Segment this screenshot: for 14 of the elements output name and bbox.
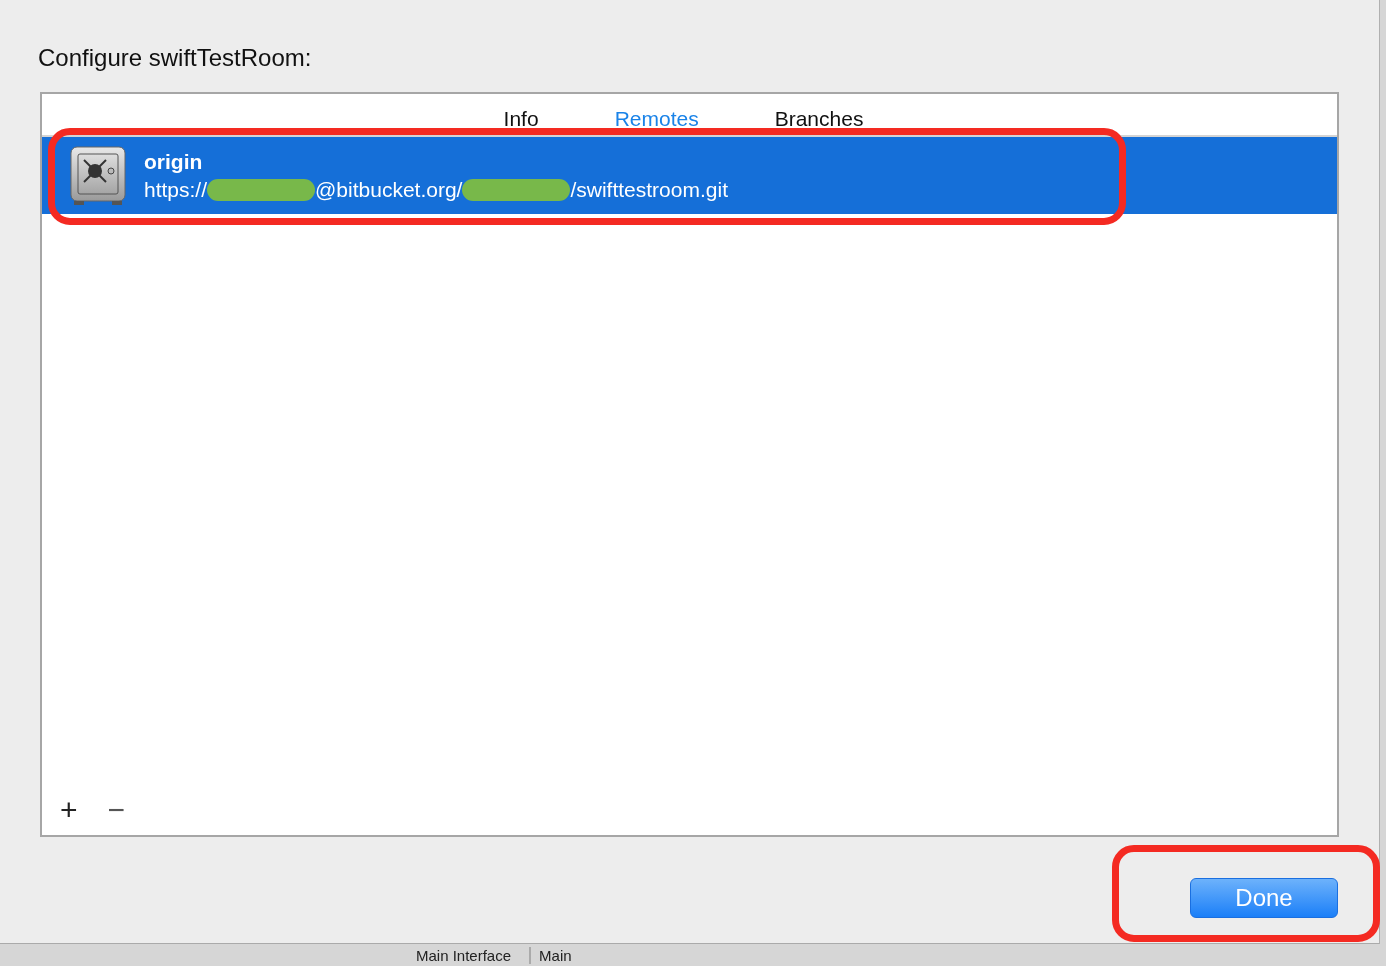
remote-name: origin <box>144 148 204 175</box>
tab[interactable]: Remotes <box>576 94 737 135</box>
interface-dropdown[interactable]: Main <box>529 946 1050 964</box>
remote-row[interactable]: origin https:// @bitbucket.org/ /swifttestroom.git <box>42 137 1337 214</box>
url-text: @bitbucket.org/ <box>315 176 463 203</box>
url-text: /swifttestroom.git <box>570 176 728 203</box>
url-text: https:// <box>144 176 208 203</box>
add-button[interactable]: + <box>54 795 84 825</box>
safe-icon <box>70 145 126 206</box>
dialog-title: Configure swiftTestRoom: <box>38 44 313 73</box>
remove-button[interactable]: − <box>101 795 132 825</box>
tab[interactable]: Branches <box>736 94 902 135</box>
field-label: Main Interface <box>416 946 512 964</box>
tab[interactable]: Info <box>465 94 577 135</box>
